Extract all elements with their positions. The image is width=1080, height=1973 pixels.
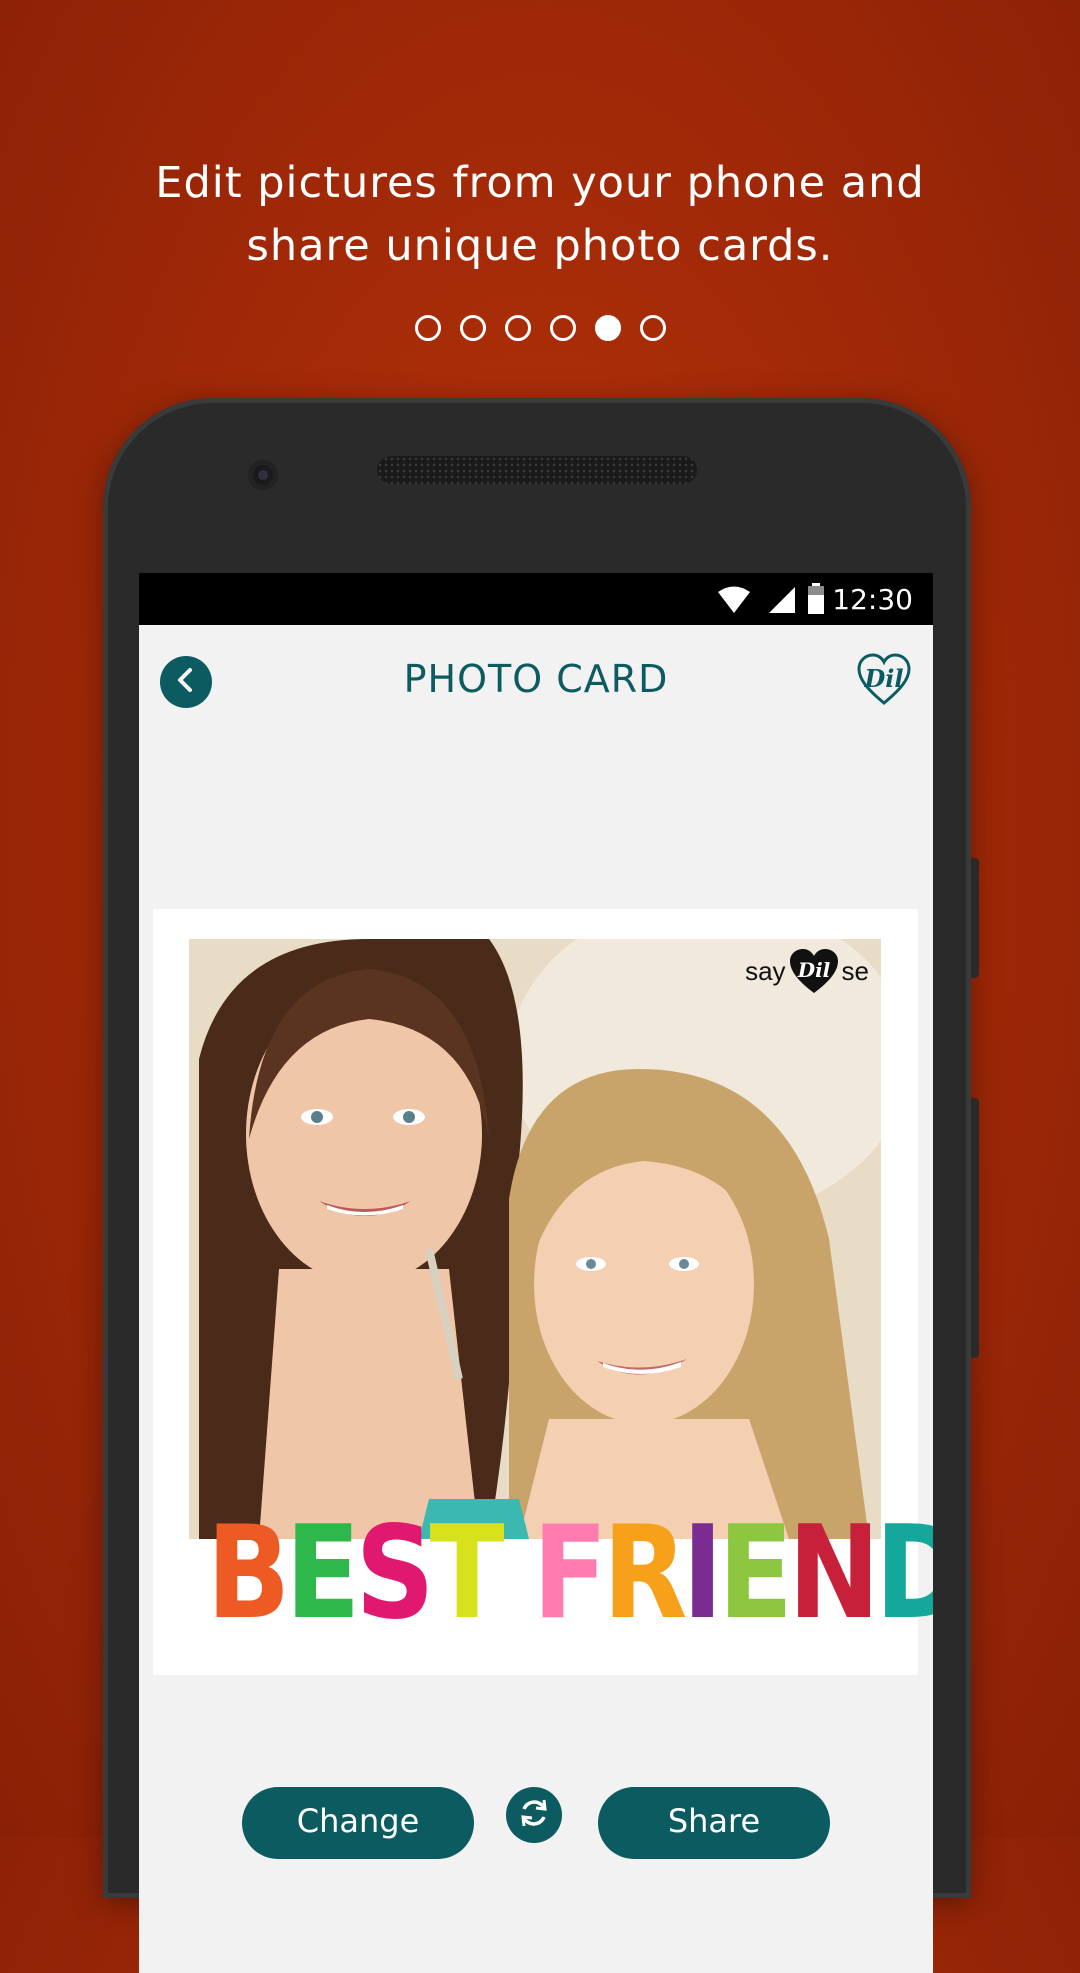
portrait-illustration bbox=[189, 939, 881, 1539]
caption-letter: D bbox=[875, 1499, 933, 1648]
photo-card[interactable]: say Dil se BEST FRIENDS! bbox=[153, 909, 933, 1675]
card-watermark: say Dil se bbox=[745, 947, 869, 995]
status-bar: 12:30 bbox=[139, 573, 933, 625]
front-camera bbox=[248, 460, 278, 490]
phone-volume-button bbox=[971, 858, 979, 978]
card-photo: say Dil se bbox=[189, 939, 881, 1539]
page-title: PHOTO CARD bbox=[403, 657, 669, 701]
caption-letter: I bbox=[682, 1499, 723, 1648]
status-time: 12:30 bbox=[832, 583, 913, 616]
heart-logo-icon: Dil bbox=[789, 949, 838, 993]
change-button[interactable]: Change bbox=[242, 1787, 474, 1859]
caption-letter: B bbox=[206, 1499, 291, 1648]
phone-screen: 12:30 PHOTO CARD Dil say Dil se BEST FRI… bbox=[139, 573, 933, 1973]
wifi-icon bbox=[717, 585, 751, 620]
caption-letter: E bbox=[717, 1499, 793, 1648]
phone-speaker bbox=[377, 456, 697, 484]
refresh-button[interactable] bbox=[506, 1787, 562, 1843]
page-dot[interactable] bbox=[549, 315, 576, 341]
page-indicator bbox=[0, 315, 1080, 341]
card-actions: Change Share bbox=[139, 1787, 933, 1867]
caption-letter: S bbox=[355, 1499, 434, 1648]
promo-line-1: Edit pictures from your phone and bbox=[155, 158, 925, 208]
share-button[interactable]: Share bbox=[598, 1787, 830, 1859]
signal-icon bbox=[767, 585, 797, 620]
phone-power-button bbox=[971, 1098, 979, 1358]
watermark-say: say bbox=[745, 955, 786, 986]
svg-text:Dil: Dil bbox=[796, 958, 830, 982]
app-header: PHOTO CARD Dil bbox=[139, 625, 933, 735]
page-dot[interactable] bbox=[504, 315, 531, 341]
caption-letter: N bbox=[788, 1499, 880, 1648]
refresh-icon bbox=[517, 1796, 551, 1835]
card-caption: BEST FRIENDS! bbox=[206, 1499, 933, 1648]
page-dot-active[interactable] bbox=[594, 315, 621, 341]
svg-text:Dil: Dil bbox=[863, 664, 903, 693]
page-dot[interactable] bbox=[639, 315, 666, 341]
caption-letter: F bbox=[532, 1499, 608, 1648]
caption-letter: R bbox=[602, 1499, 688, 1648]
watermark-se: se bbox=[841, 955, 869, 986]
brand-logo[interactable]: Dil bbox=[857, 653, 911, 707]
caption-letter bbox=[499, 1499, 532, 1648]
battery-icon bbox=[807, 583, 825, 620]
caption-letter: E bbox=[285, 1499, 360, 1648]
caption-letter: T bbox=[429, 1499, 504, 1648]
page-dot[interactable] bbox=[459, 315, 486, 341]
promo-text: Edit pictures from your phone and share … bbox=[0, 152, 1080, 278]
page-dot[interactable] bbox=[414, 315, 441, 341]
promo-line-2: share unique photo cards. bbox=[246, 221, 834, 271]
phone-mockup: 12:30 PHOTO CARD Dil say Dil se BEST FRI… bbox=[103, 398, 979, 1973]
